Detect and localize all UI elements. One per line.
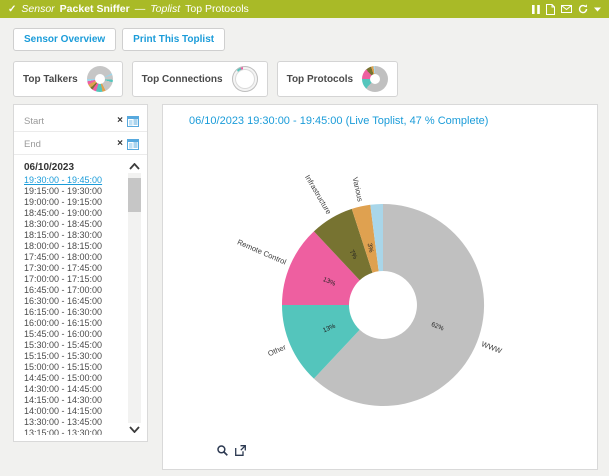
time-range-item[interactable]: 16:30:00 - 16:45:00 [24, 296, 127, 307]
slice-label-www: WWW [480, 339, 504, 356]
time-range-item[interactable]: 18:45:00 - 19:00:00 [24, 208, 127, 219]
end-calendar-icon[interactable] [127, 139, 139, 150]
time-range-item[interactable]: 18:30:00 - 18:45:00 [24, 219, 127, 230]
report-icon[interactable] [546, 4, 555, 15]
time-range-item[interactable]: 16:15:00 - 16:30:00 [24, 307, 127, 318]
top-talkers-pie-icon [87, 66, 113, 92]
sensor-name: Packet Sniffer [60, 3, 130, 15]
zoom-icon[interactable] [217, 445, 228, 456]
end-date-input[interactable] [24, 139, 115, 150]
time-range-item[interactable]: 13:15:00 - 13:30:00 [24, 428, 127, 435]
time-range-item[interactable]: 18:15:00 - 18:30:00 [24, 230, 127, 241]
toplist-chart-panel: 06/10/2023 19:30:00 - 19:45:00 (Live Top… [162, 104, 598, 470]
sensor-kind-label: Sensor [21, 3, 54, 15]
time-range-item[interactable]: 14:30:00 - 14:45:00 [24, 384, 127, 395]
scrollbar-thumb[interactable] [128, 178, 141, 212]
time-range-item[interactable]: 14:00:00 - 14:15:00 [24, 406, 127, 417]
interval-picker-panel: × × 06/10/2023 19:30:00 - 19:45:0019:15:… [13, 104, 148, 442]
interval-list-wrap: 06/10/2023 19:30:00 - 19:45:0019:15:00 -… [14, 157, 147, 441]
sensor-header-bar: ✓ Sensor Packet Sniffer — Toplist Top Pr… [0, 0, 609, 18]
time-range-item[interactable]: 13:30:00 - 13:45:00 [24, 417, 127, 428]
time-list: 19:30:00 - 19:45:0019:15:00 - 19:30:0019… [24, 175, 127, 435]
card-top-protocols-label: Top Protocols [287, 74, 353, 85]
scrollbar-track[interactable] [128, 173, 141, 423]
header-actions [532, 4, 601, 15]
start-date-row: × [14, 111, 147, 132]
scroll-down-icon[interactable] [129, 426, 140, 433]
time-range-item[interactable]: 15:30:00 - 15:45:00 [24, 340, 127, 351]
toplist-label: Toplist [150, 3, 180, 15]
slice-label-infrastructure: Infrastructure [303, 173, 333, 216]
card-top-connections-label: Top Connections [142, 74, 223, 85]
refresh-icon[interactable] [578, 4, 588, 14]
interval-date-header: 06/10/2023 [24, 161, 127, 175]
end-clear-icon[interactable]: × [117, 139, 123, 149]
time-range-item[interactable]: 17:00:00 - 17:15:00 [24, 274, 127, 285]
end-date-row: × [14, 134, 147, 155]
toplist-cards: Top Talkers Top Connections Top Protocol… [0, 51, 609, 97]
email-icon[interactable] [561, 5, 572, 13]
time-range-item[interactable]: 14:45:00 - 15:00:00 [24, 373, 127, 384]
open-in-new-window-icon[interactable] [235, 445, 246, 456]
card-top-talkers[interactable]: Top Talkers [13, 61, 123, 97]
slice-label-remote-control: Remote Control [236, 237, 288, 266]
sensor-overview-button[interactable]: Sensor Overview [13, 28, 116, 51]
slice-label-other: Other [266, 342, 287, 358]
card-top-connections[interactable]: Top Connections [132, 61, 268, 97]
page: ✓ Sensor Packet Sniffer — Toplist Top Pr… [0, 0, 609, 476]
card-top-talkers-label: Top Talkers [23, 74, 78, 85]
top-connections-pie-icon [232, 66, 258, 92]
time-range-item[interactable]: 16:00:00 - 16:15:00 [24, 318, 127, 329]
caret-down-icon[interactable] [594, 7, 601, 12]
time-range-item[interactable]: 18:00:00 - 18:15:00 [24, 241, 127, 252]
time-range-item[interactable]: 15:45:00 - 16:00:00 [24, 329, 127, 340]
time-range-item[interactable]: 17:45:00 - 18:00:00 [24, 252, 127, 263]
slice-label-various: Various [351, 176, 365, 202]
pause-icon[interactable] [532, 5, 540, 14]
time-range-item[interactable]: 19:15:00 - 19:30:00 [24, 186, 127, 197]
card-top-protocols[interactable]: Top Protocols [277, 61, 398, 97]
top-protocols-pie-icon [362, 66, 388, 92]
interval-scrollbar [127, 161, 142, 435]
interval-list-col: 06/10/2023 19:30:00 - 19:45:0019:15:00 -… [14, 161, 127, 435]
content-row: × × 06/10/2023 19:30:00 - 19:45:0019:15:… [13, 104, 598, 470]
toplist-name: Top Protocols [185, 3, 249, 15]
protocol-donut: WWW62%Other13%Remote Control13%Infrastru… [163, 105, 599, 469]
time-range-item[interactable]: 16:45:00 - 17:00:00 [24, 285, 127, 296]
time-range-item[interactable]: 19:00:00 - 19:15:00 [24, 197, 127, 208]
print-toplist-button[interactable]: Print This Toplist [122, 28, 225, 51]
chart-footer-icons [217, 445, 246, 456]
time-range-item[interactable]: 14:15:00 - 14:30:00 [24, 395, 127, 406]
toolbar: Sensor Overview Print This Toplist [0, 18, 609, 51]
scroll-up-icon[interactable] [129, 163, 140, 170]
time-range-item[interactable]: 15:15:00 - 15:30:00 [24, 351, 127, 362]
time-range-item[interactable]: 15:00:00 - 15:15:00 [24, 362, 127, 373]
time-range-item[interactable]: 19:30:00 - 19:45:00 [24, 175, 127, 186]
start-clear-icon[interactable]: × [117, 116, 123, 126]
header-separator: — [135, 3, 146, 15]
start-calendar-icon[interactable] [127, 116, 139, 127]
time-range-item[interactable]: 17:30:00 - 17:45:00 [24, 263, 127, 274]
start-date-input[interactable] [24, 116, 115, 127]
status-check-icon: ✓ [8, 4, 16, 15]
